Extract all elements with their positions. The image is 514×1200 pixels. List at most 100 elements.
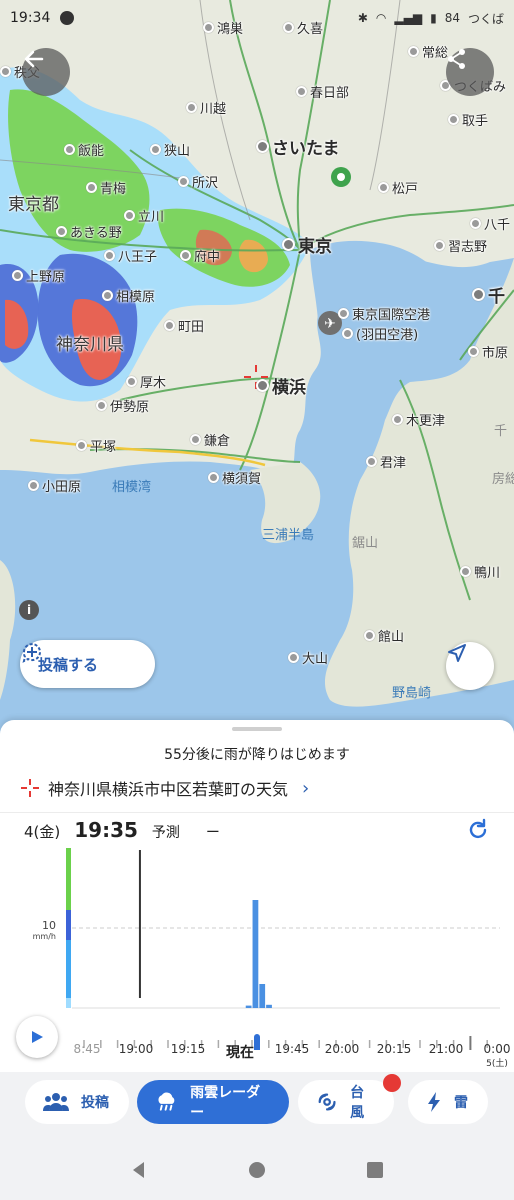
city-dot-icon bbox=[56, 226, 67, 237]
place-label: 八王子 bbox=[104, 246, 157, 265]
tab-post[interactable]: 投稿 bbox=[25, 1080, 129, 1124]
precip-bar bbox=[245, 1005, 252, 1008]
place-name: 鋸山 bbox=[352, 536, 379, 551]
timeline-label: 19:45 bbox=[274, 1042, 310, 1056]
city-dot-icon bbox=[124, 210, 135, 221]
sheet-handle[interactable] bbox=[232, 727, 282, 731]
back-button[interactable] bbox=[22, 48, 70, 96]
bottom-tabs: 投稿 雨雲レーダー 台風 雷 bbox=[0, 1072, 514, 1140]
place-label: 府中 bbox=[180, 246, 220, 265]
post-button-label: 投稿する bbox=[38, 655, 99, 674]
tab-typhoon[interactable]: 台風 bbox=[298, 1080, 394, 1124]
place-name: 春日部 bbox=[310, 86, 350, 101]
place-name: 東京都 bbox=[8, 195, 59, 215]
city-dot-icon bbox=[208, 472, 219, 483]
timeline-next-day-label: 5(土) bbox=[486, 1059, 508, 1069]
precip-bar bbox=[259, 984, 266, 1008]
place-label: 習志野 bbox=[434, 236, 487, 255]
place-label: 君津 bbox=[366, 452, 406, 471]
city-dot-icon bbox=[364, 630, 375, 641]
place-name: 鴨川 bbox=[474, 566, 501, 581]
wifi-icon: ◠ bbox=[375, 11, 387, 25]
post-button[interactable]: 投稿する bbox=[20, 640, 155, 688]
back-triangle-icon[interactable] bbox=[129, 1160, 149, 1180]
place-name: 東京 bbox=[298, 237, 332, 257]
place-label: 小田原 bbox=[28, 476, 81, 495]
city-dot-icon bbox=[434, 240, 445, 251]
location-name: 神奈川県横浜市中区若葉町の天気 bbox=[48, 780, 289, 799]
place-label: 鴨川 bbox=[460, 562, 500, 581]
screen: ✈ 鴻巣久喜常総秩父つくばみ春日部川越取手飯能狭山さいたま所沢青梅松戸東京都立川… bbox=[0, 0, 514, 1200]
tab-rain-radar[interactable]: 雨雲レーダー bbox=[137, 1080, 289, 1124]
city-dot-icon bbox=[282, 238, 295, 251]
info-icon: i bbox=[26, 603, 32, 617]
place-label: 鋸山 bbox=[352, 532, 378, 551]
city-dot-icon bbox=[76, 440, 87, 451]
status-bar: 19:34 ✱ ◠ ▂▄▆ ▮ 84 つくば bbox=[0, 0, 514, 36]
y-axis-label: 10 mm/h bbox=[24, 920, 56, 942]
place-label: 市原 bbox=[468, 342, 508, 361]
place-label: 松戸 bbox=[378, 178, 418, 197]
place-label: 狭山 bbox=[150, 140, 190, 159]
place-label: 所沢 bbox=[178, 172, 218, 191]
tab-typhoon-label: 台風 bbox=[350, 1085, 365, 1121]
recents-square-icon[interactable] bbox=[365, 1160, 385, 1180]
place-label: 八千 bbox=[470, 214, 510, 233]
tab-lightning-label: 雷 bbox=[454, 1095, 468, 1111]
share-button[interactable] bbox=[446, 48, 494, 96]
place-label: 房総 bbox=[492, 468, 514, 487]
forecast-value: ー bbox=[205, 825, 220, 841]
notification-icon bbox=[60, 11, 75, 25]
forecast-sheet: 55分後に雨が降りはじめます 神奈川県横浜市中区若葉町の天気 › 4(金) 19… bbox=[0, 720, 514, 1080]
city-dot-icon bbox=[392, 414, 403, 425]
place-name: 神奈川県 bbox=[56, 335, 124, 355]
place-name: 大山 bbox=[302, 652, 329, 667]
place-label: 横須賀 bbox=[208, 468, 261, 487]
place-label: 取手 bbox=[448, 110, 488, 129]
place-label: 立川 bbox=[124, 206, 164, 225]
place-name: 町田 bbox=[178, 320, 205, 335]
place-label: 飯能 bbox=[64, 140, 104, 159]
place-label: 野島崎 bbox=[392, 682, 431, 701]
place-label: 相模原 bbox=[102, 286, 155, 305]
place-name: 伊勢原 bbox=[110, 400, 150, 415]
place-label: 横浜 bbox=[256, 373, 306, 398]
place-label: 相模湾 bbox=[112, 476, 151, 495]
bluetooth-icon: ✱ bbox=[357, 11, 368, 25]
refresh-icon[interactable] bbox=[466, 818, 490, 842]
timeline-label: 19:00 bbox=[118, 1042, 154, 1056]
tab-lightning[interactable]: 雷 bbox=[408, 1080, 488, 1124]
place-label: 青梅 bbox=[86, 178, 126, 197]
current-location-button[interactable] bbox=[446, 642, 494, 690]
tab-post-label: 投稿 bbox=[81, 1095, 109, 1111]
timeline-label: 現在 bbox=[226, 1045, 254, 1061]
place-label: (羽田空港) bbox=[342, 324, 418, 343]
arrow-left-icon bbox=[24, 50, 44, 68]
place-name: 飯能 bbox=[78, 144, 105, 159]
place-name: さいたま bbox=[272, 139, 340, 159]
chart-canvas bbox=[66, 848, 500, 1009]
map-base: ✈ bbox=[0, 0, 514, 740]
timeline-label: 20:15 bbox=[376, 1042, 412, 1056]
city-dot-icon bbox=[256, 379, 269, 392]
home-circle-icon[interactable] bbox=[247, 1160, 267, 1180]
place-label: 伊勢原 bbox=[96, 396, 149, 415]
precipitation-chart[interactable]: 10 mm/h bbox=[0, 848, 514, 1013]
crosshair-icon bbox=[21, 779, 39, 797]
info-button[interactable]: i bbox=[19, 600, 39, 620]
place-name: 相模湾 bbox=[112, 480, 152, 495]
precip-bar bbox=[266, 1004, 272, 1008]
location-link[interactable]: 神奈川県横浜市中区若葉町の天気 › bbox=[20, 776, 309, 800]
divider bbox=[0, 812, 514, 813]
place-label: 町田 bbox=[164, 316, 204, 335]
place-name: 立川 bbox=[138, 210, 165, 225]
rain-radar-map[interactable]: ✈ 鴻巣久喜常総秩父つくばみ春日部川越取手飯能狭山さいたま所沢青梅松戸東京都立川… bbox=[0, 0, 514, 740]
intensity-legend-segment bbox=[66, 848, 71, 910]
lightning-icon bbox=[428, 1092, 440, 1112]
city-dot-icon bbox=[338, 308, 349, 319]
region-label: 東京都 bbox=[8, 190, 59, 215]
system-navigation-bar bbox=[0, 1140, 514, 1200]
place-name: 川越 bbox=[200, 102, 227, 117]
place-label: 常総 bbox=[408, 42, 448, 61]
place-label: 千 bbox=[494, 420, 507, 439]
